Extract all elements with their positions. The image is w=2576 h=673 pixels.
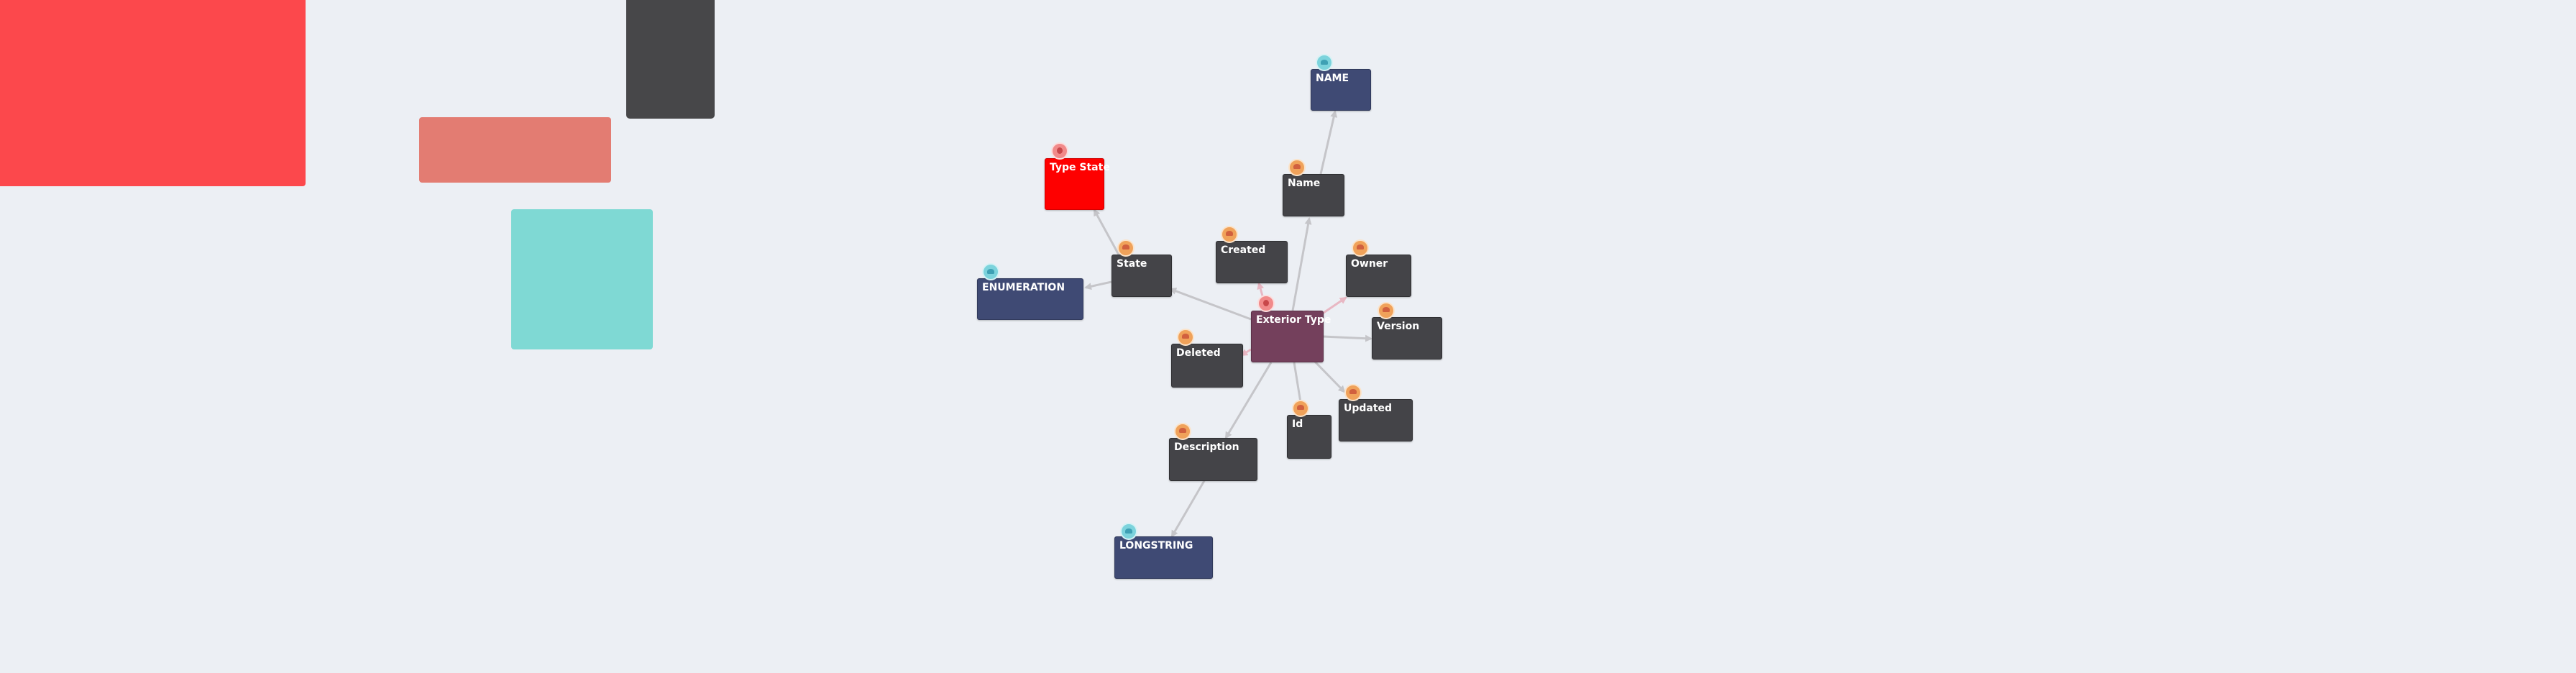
edge-center-owner	[1321, 296, 1347, 316]
edge-state-enumeration	[1084, 280, 1112, 290]
related-node-label: Type State	[1050, 162, 1110, 173]
edge-center-version	[1322, 334, 1372, 342]
edge-center-updated	[1313, 360, 1346, 393]
attribute-icon	[1221, 226, 1238, 243]
type-icon	[1316, 54, 1333, 71]
attribute-node-label: Deleted	[1176, 347, 1221, 359]
attribute-icon	[1292, 400, 1309, 417]
type-node-name[interactable]: NAME	[1311, 69, 1371, 111]
center-node[interactable]: Exterior Type	[1251, 311, 1331, 362]
type-node-label: ENUMERATION	[982, 282, 1065, 293]
center-node-label: Exterior Type	[1256, 314, 1331, 326]
attribute-icon	[1288, 159, 1306, 176]
entity-icon	[1257, 295, 1275, 312]
edge-state-type-state	[1093, 209, 1121, 257]
type-node-label: LONGSTRING	[1119, 540, 1193, 551]
attribute-icon	[1378, 302, 1395, 319]
attribute-icon	[1177, 329, 1194, 346]
attribute-node-state[interactable]: State	[1111, 255, 1172, 297]
type-node-label: NAME	[1316, 73, 1349, 84]
edge-name-name-type	[1319, 110, 1338, 175]
attribute-node-label: Version	[1377, 321, 1420, 332]
type-node-longstring[interactable]: LONGSTRING	[1114, 536, 1213, 579]
attribute-icon	[1344, 384, 1362, 401]
attribute-node-label: Id	[1292, 418, 1303, 430]
relation-icon	[1051, 142, 1068, 160]
attribute-icon	[1174, 423, 1191, 440]
attribute-node-label: Created	[1221, 244, 1266, 256]
attribute-node-label: State	[1117, 258, 1147, 270]
attribute-icon	[1352, 239, 1369, 257]
attribute-node-updated[interactable]: Updated	[1339, 399, 1413, 441]
related-node-type-state[interactable]: Type State	[1045, 158, 1110, 210]
edge-center-name	[1291, 217, 1312, 311]
attribute-node-label: Updated	[1344, 403, 1393, 414]
attribute-node-id[interactable]: Id	[1287, 415, 1331, 459]
attribute-icon	[1117, 239, 1135, 257]
attribute-node-deleted[interactable]: Deleted	[1171, 344, 1243, 388]
attribute-node-version[interactable]: Version	[1372, 317, 1442, 360]
attribute-node-name[interactable]: Name	[1283, 174, 1344, 216]
type-icon	[1120, 523, 1137, 540]
attribute-node-label: Description	[1174, 441, 1239, 453]
edge-description-longstring	[1170, 479, 1206, 538]
attribute-node-label: Owner	[1351, 258, 1388, 270]
attribute-node-description[interactable]: Description	[1169, 438, 1257, 481]
edge-center-state	[1169, 288, 1252, 321]
attribute-node-owner[interactable]: Owner	[1346, 255, 1411, 297]
attribute-node-created[interactable]: Created	[1216, 241, 1288, 283]
type-node-enumeration[interactable]: ENUMERATION	[977, 278, 1083, 320]
attribute-node-label: Name	[1288, 178, 1321, 189]
type-icon	[982, 263, 999, 280]
